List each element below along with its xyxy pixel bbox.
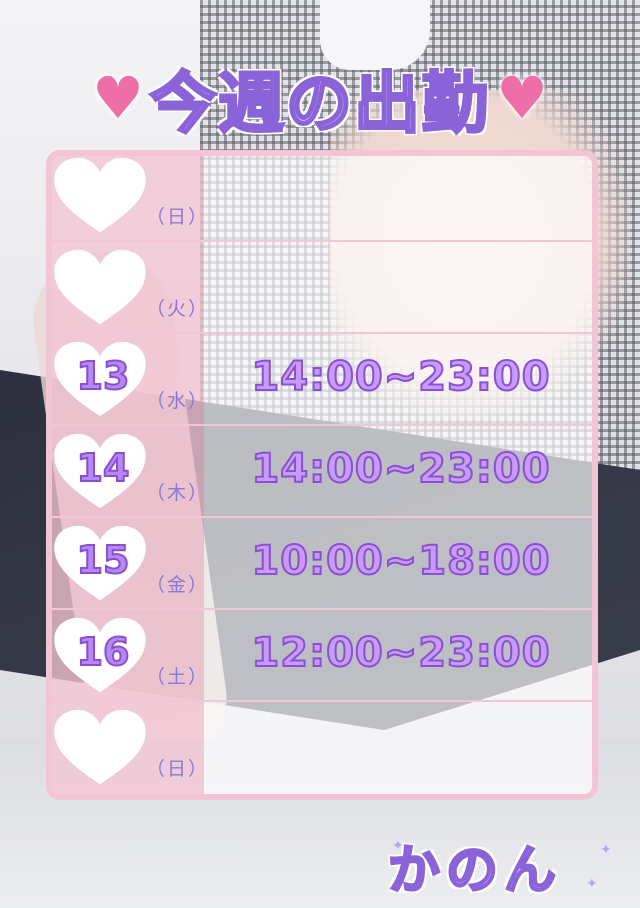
schedule-row: 15 （金） 10:00~18:00: [46, 518, 598, 610]
sparkle-icon: ✦: [600, 842, 612, 858]
schedule-row: （火）: [46, 242, 598, 334]
heart-icon: [54, 157, 146, 233]
schedule-row: 14 （木） 14:00~23:00: [46, 426, 598, 518]
heart-icon: ♥: [496, 64, 548, 132]
title-text: 今週の出勤: [149, 64, 490, 144]
girl-name: かのん: [387, 840, 563, 903]
schedule-row: 16 （土） 12:00~23:00: [46, 610, 598, 702]
row-weekday: （火）: [146, 298, 210, 320]
schedule-row: （日）: [46, 702, 598, 794]
row-time: 10:00~18:00: [250, 537, 551, 585]
row-weekday: （日）: [146, 758, 210, 780]
row-date: 13: [76, 353, 131, 399]
schedule-table: （日） （火） 13 （水） 14:00~23:00 14 （木） 14:00~…: [46, 150, 598, 800]
row-time: 14:00~23:00: [250, 353, 551, 401]
row-time: 12:00~23:00: [250, 629, 551, 677]
row-date: 14: [76, 445, 131, 491]
row-weekday: （木）: [146, 482, 210, 504]
page-title: ♥ 今週の出勤 ♥: [0, 48, 640, 148]
row-time: 14:00~23:00: [250, 445, 551, 493]
heart-icon: [54, 249, 146, 325]
row-weekday: （水）: [146, 390, 210, 412]
heart-icon: ♥: [92, 64, 144, 132]
row-weekday: （金）: [146, 574, 210, 596]
row-date: 16: [76, 629, 131, 675]
row-date: 15: [76, 537, 131, 583]
sparkle-icon: ✦: [586, 876, 598, 892]
schedule-row: （日）: [46, 150, 598, 242]
sparkle-icon: ✦: [392, 838, 404, 854]
schedule-row: 13 （水） 14:00~23:00: [46, 334, 598, 426]
heart-icon: [54, 709, 146, 785]
row-weekday: （日）: [146, 206, 210, 228]
row-weekday: （土）: [146, 666, 210, 688]
